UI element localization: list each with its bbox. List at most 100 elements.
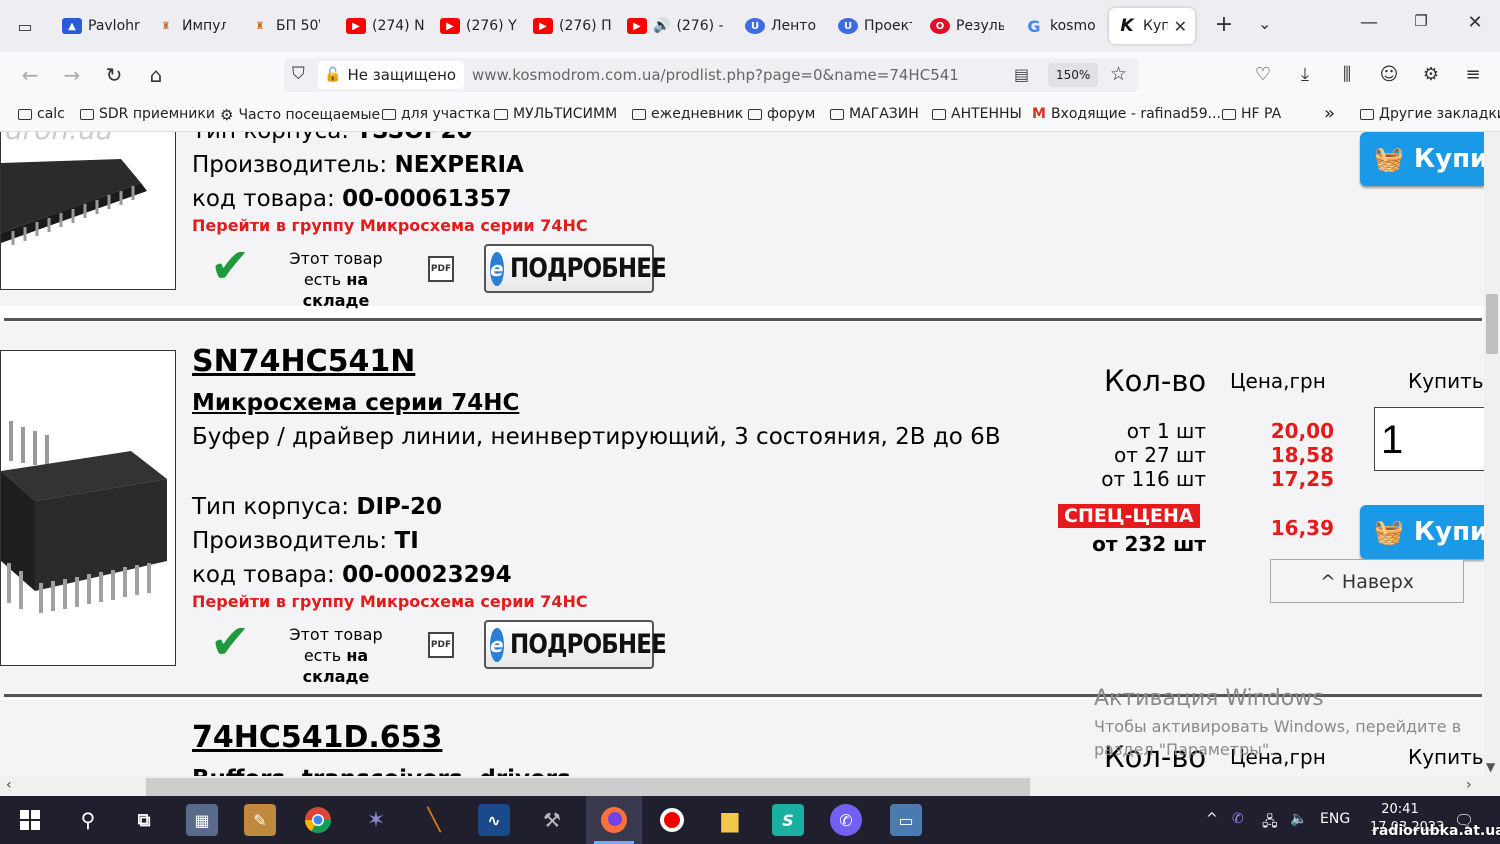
product-title[interactable]: 74HC541D.653 (192, 720, 442, 755)
app-star-icon[interactable]: ✶ (360, 804, 392, 836)
restore-icon[interactable]: ❐ (1406, 12, 1436, 30)
search-icon[interactable]: ⚲ (72, 804, 104, 836)
bookmark-label: форум (767, 106, 816, 122)
image-viewer-icon[interactable]: ▭ (890, 804, 922, 836)
network-icon[interactable]: 🖧 (1262, 811, 1278, 835)
chrome-icon[interactable] (302, 804, 334, 836)
bookmark-star-icon[interactable]: ☆ (1110, 63, 1127, 85)
bookmark-hfpa[interactable]: HF PA (1222, 106, 1281, 122)
tab-0[interactable]: ▲ Pavlohr (62, 8, 140, 44)
tab-1[interactable]: ♜ Импул (156, 8, 226, 44)
paint-icon[interactable]: ✎ (244, 804, 276, 836)
tab-10[interactable]: G kosmo (1024, 8, 1095, 44)
shield-icon[interactable]: ⛉ (292, 64, 305, 84)
viber-tray-icon[interactable]: ✆ (1232, 811, 1244, 827)
menu-icon[interactable]: ≡ (1460, 64, 1486, 85)
product-series-link[interactable]: Микросхема серии 74HC (192, 390, 519, 416)
record-icon[interactable] (656, 804, 688, 836)
tab-label: (276) П (559, 18, 612, 34)
windows-start-icon[interactable] (14, 804, 46, 836)
chevron-down-icon[interactable]: ⌄ (1258, 14, 1271, 33)
account-icon[interactable]: ☺ (1376, 64, 1402, 85)
vertical-scroll-thumb[interactable] (1486, 294, 1498, 354)
speaker-icon[interactable]: 🔊 (653, 18, 670, 34)
bookmark-uchastok[interactable]: для участка (382, 106, 491, 122)
home-icon[interactable]: ⌂ (142, 62, 170, 88)
extensions-icon[interactable]: ⚙ (1418, 64, 1444, 85)
minimize-icon[interactable]: — (1354, 12, 1384, 33)
group-link[interactable]: Перейти в группу Микросхема серии 74HC (192, 592, 588, 611)
product-image-tssop[interactable]: dron.ua (0, 132, 176, 290)
bookmark-calc[interactable]: calc (18, 106, 65, 122)
quantity-input[interactable]: 1 (1374, 407, 1484, 471)
url-address[interactable]: www.kosmodrom.com.ua/prodlist.php?page=0… (472, 66, 959, 84)
bookmark-multisim[interactable]: МУЛЬТИСИММ (494, 106, 617, 122)
pdf-datasheet-icon[interactable]: PDF (428, 256, 454, 282)
product-image-dip20[interactable] (0, 350, 176, 666)
calculator-icon[interactable]: ▦ (186, 804, 218, 836)
file-explorer-icon[interactable]: ▆ (714, 804, 746, 836)
waveform-icon[interactable]: ∿ (478, 804, 510, 836)
bookmark-label: Другие закладки (1379, 106, 1500, 122)
tab-4[interactable]: ▶ (276) Y (440, 8, 517, 44)
pdf-datasheet-icon[interactable]: PDF (428, 632, 454, 658)
ie-icon: e (490, 251, 504, 286)
volume-icon[interactable]: 🔈 (1290, 811, 1307, 827)
horizontal-scroll-thumb[interactable] (146, 778, 1030, 796)
bookmark-label: ежедневник (651, 106, 744, 122)
bookmark-antennas[interactable]: АНТЕННЫ (932, 106, 1022, 122)
forward-icon[interactable]: → (58, 62, 86, 88)
bookmark-sdr[interactable]: SDR приемники (80, 106, 215, 122)
details-button[interactable]: e ПОДРОБНЕЕ (484, 244, 666, 293)
tool-icon[interactable]: ⚒ (536, 804, 568, 836)
task-view-icon[interactable]: ⧉ (128, 804, 160, 836)
library-icon[interactable]: ⫼ (1334, 64, 1360, 85)
tab-6[interactable]: ▶ 🔊 (276) - (627, 8, 724, 44)
group-link[interactable]: Перейти в группу Микросхема серии 74HC (192, 216, 588, 235)
back-icon[interactable]: ← (16, 62, 44, 88)
bookmark-gmail[interactable]: M Входящие - rafinad59... (1032, 106, 1221, 122)
security-indicator[interactable]: 🔓 Не защищено (318, 61, 465, 89)
vertical-scrollbar[interactable]: ▼ (1484, 132, 1500, 796)
product-title[interactable]: SN74HC541N (192, 344, 415, 379)
reload-icon[interactable]: ↻ (100, 62, 128, 88)
zoom-level[interactable]: 150% (1048, 63, 1099, 87)
buy-header: Купить (1408, 369, 1484, 393)
tab-5[interactable]: ▶ (276) П (533, 8, 612, 44)
bookmark-frequent[interactable]: ⚙ Часто посещаемые (220, 106, 380, 124)
tab-9[interactable]: O Резуль (930, 8, 1004, 44)
bookmark-forum[interactable]: форум (748, 106, 815, 122)
tray-chevron-up-icon[interactable]: ^ (1206, 811, 1218, 827)
language-indicator[interactable]: ENG (1320, 811, 1350, 827)
scroll-down-arrow-icon[interactable]: ▼ (1486, 760, 1495, 774)
bookmark-shop[interactable]: МАГАЗИН (830, 106, 919, 122)
tab-2[interactable]: ♜ БП 50V (250, 8, 320, 44)
scroll-top-button[interactable]: ^ Наверх (1270, 559, 1464, 603)
soldering-icon[interactable]: ╲ (418, 804, 450, 836)
tab-11-active[interactable]: K Купі ✕ (1109, 8, 1195, 44)
firefox-icon[interactable] (598, 804, 630, 836)
bookmark-diary[interactable]: ежедневник (632, 106, 743, 122)
scroll-left-arrow-icon[interactable]: ‹ (6, 777, 12, 793)
bookmark-other[interactable]: Другие закладки (1360, 106, 1500, 122)
opera-icon: O (930, 18, 950, 34)
tab-3[interactable]: ▶ (274) N (346, 8, 425, 44)
viber-icon[interactable]: ✆ (830, 804, 862, 836)
sprint-layout-icon[interactable]: S (772, 804, 804, 836)
tab-8[interactable]: U Проект (838, 8, 912, 44)
close-tab-icon[interactable]: ✕ (1174, 17, 1187, 36)
buy-button[interactable]: 🧺 Купить (1360, 132, 1484, 186)
close-window-icon[interactable]: ✕ (1460, 12, 1490, 33)
reader-view-icon[interactable]: ▤ (1014, 65, 1029, 84)
new-tab-icon[interactable]: + (1212, 14, 1236, 36)
details-button[interactable]: e ПОДРОБНЕЕ (484, 620, 666, 669)
bookmarks-overflow-icon[interactable]: » (1324, 103, 1335, 124)
pocket-icon[interactable]: ♡ (1250, 64, 1276, 85)
downloads-icon[interactable]: ⤓ (1292, 64, 1318, 85)
horizontal-scrollbar[interactable]: ‹ › (0, 776, 1484, 796)
tab-overview-icon[interactable]: ▭ (10, 14, 40, 38)
buy-button[interactable]: 🧺 Купить (1360, 505, 1484, 559)
scroll-right-arrow-icon[interactable]: › (1466, 777, 1472, 793)
url-bar[interactable]: ⛉ 🔓 Не защищено www.kosmodrom.com.ua/pro… (284, 58, 1138, 92)
tab-7[interactable]: U Ленто (745, 8, 816, 44)
